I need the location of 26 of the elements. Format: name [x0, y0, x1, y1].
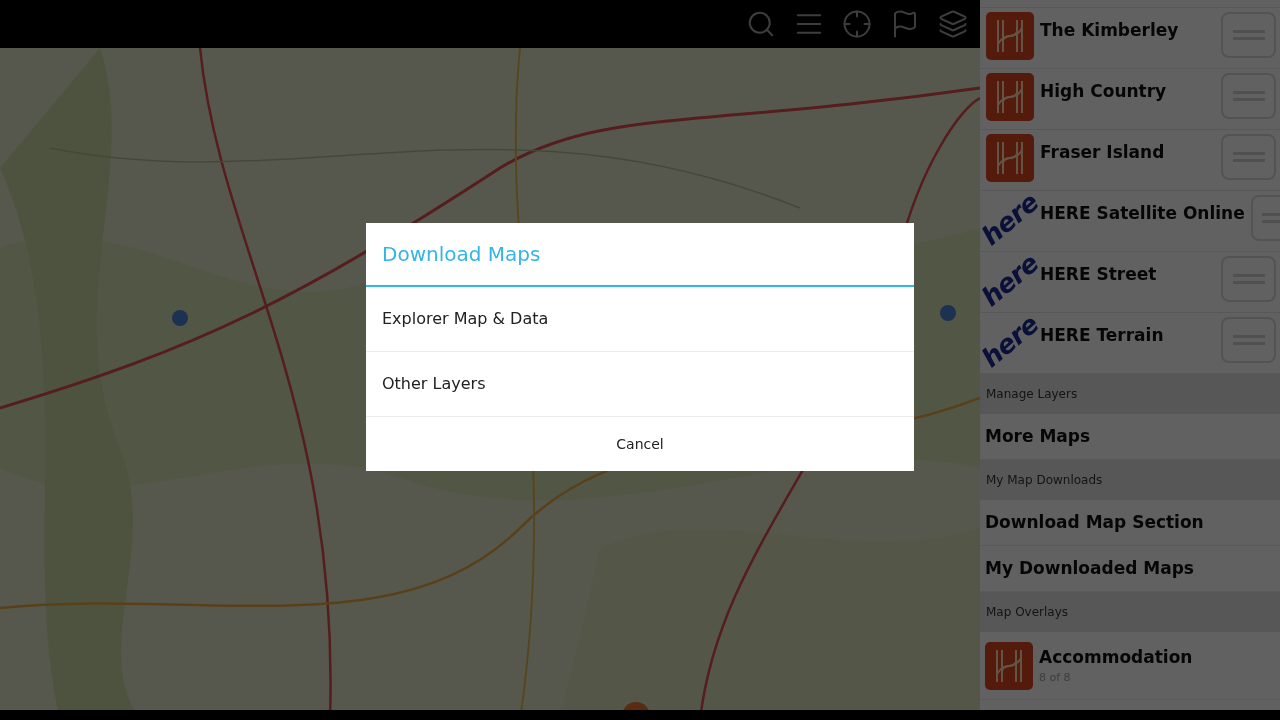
menu-item-title: More Maps	[985, 424, 1091, 448]
hema-logo-icon	[985, 641, 1033, 690]
dialog-title: Download Maps	[382, 241, 541, 268]
layer-title: HERE Terrain	[1040, 324, 1165, 347]
layer-title: The Kimberley	[1040, 19, 1180, 42]
layer-row[interactable]: The Kimberley	[980, 8, 1280, 69]
menu-item-title: My Downloaded Maps	[985, 556, 1194, 580]
layers-icon[interactable]	[938, 9, 968, 39]
section-title: Manage Layers	[986, 386, 1078, 403]
crosshair-icon[interactable]	[842, 9, 872, 39]
layer-title: High Country	[1040, 80, 1168, 103]
search-icon[interactable]	[746, 9, 776, 39]
menu-item[interactable]: Download Map Section	[980, 500, 1280, 546]
hema-logo-icon	[986, 73, 1034, 121]
section-title: My Map Downloads	[986, 472, 1103, 489]
layer-title: HERE Satellite Online	[1040, 202, 1245, 225]
layer-row[interactable]: Fraser Island	[980, 130, 1280, 191]
dialog-option[interactable]: Explorer Map & Data	[366, 287, 914, 352]
layer-row[interactable]: High Country	[980, 69, 1280, 130]
menu-item-title: Download Map Section	[985, 510, 1204, 534]
hema-logo-icon	[986, 134, 1034, 182]
menu-item-title: Accommodation	[1039, 645, 1193, 669]
layer-title: Fraser Island	[1040, 141, 1166, 164]
layer-title: HERE Street	[1040, 263, 1158, 286]
section-title: Map Overlays	[986, 604, 1069, 621]
hema-logo-icon	[986, 12, 1034, 60]
